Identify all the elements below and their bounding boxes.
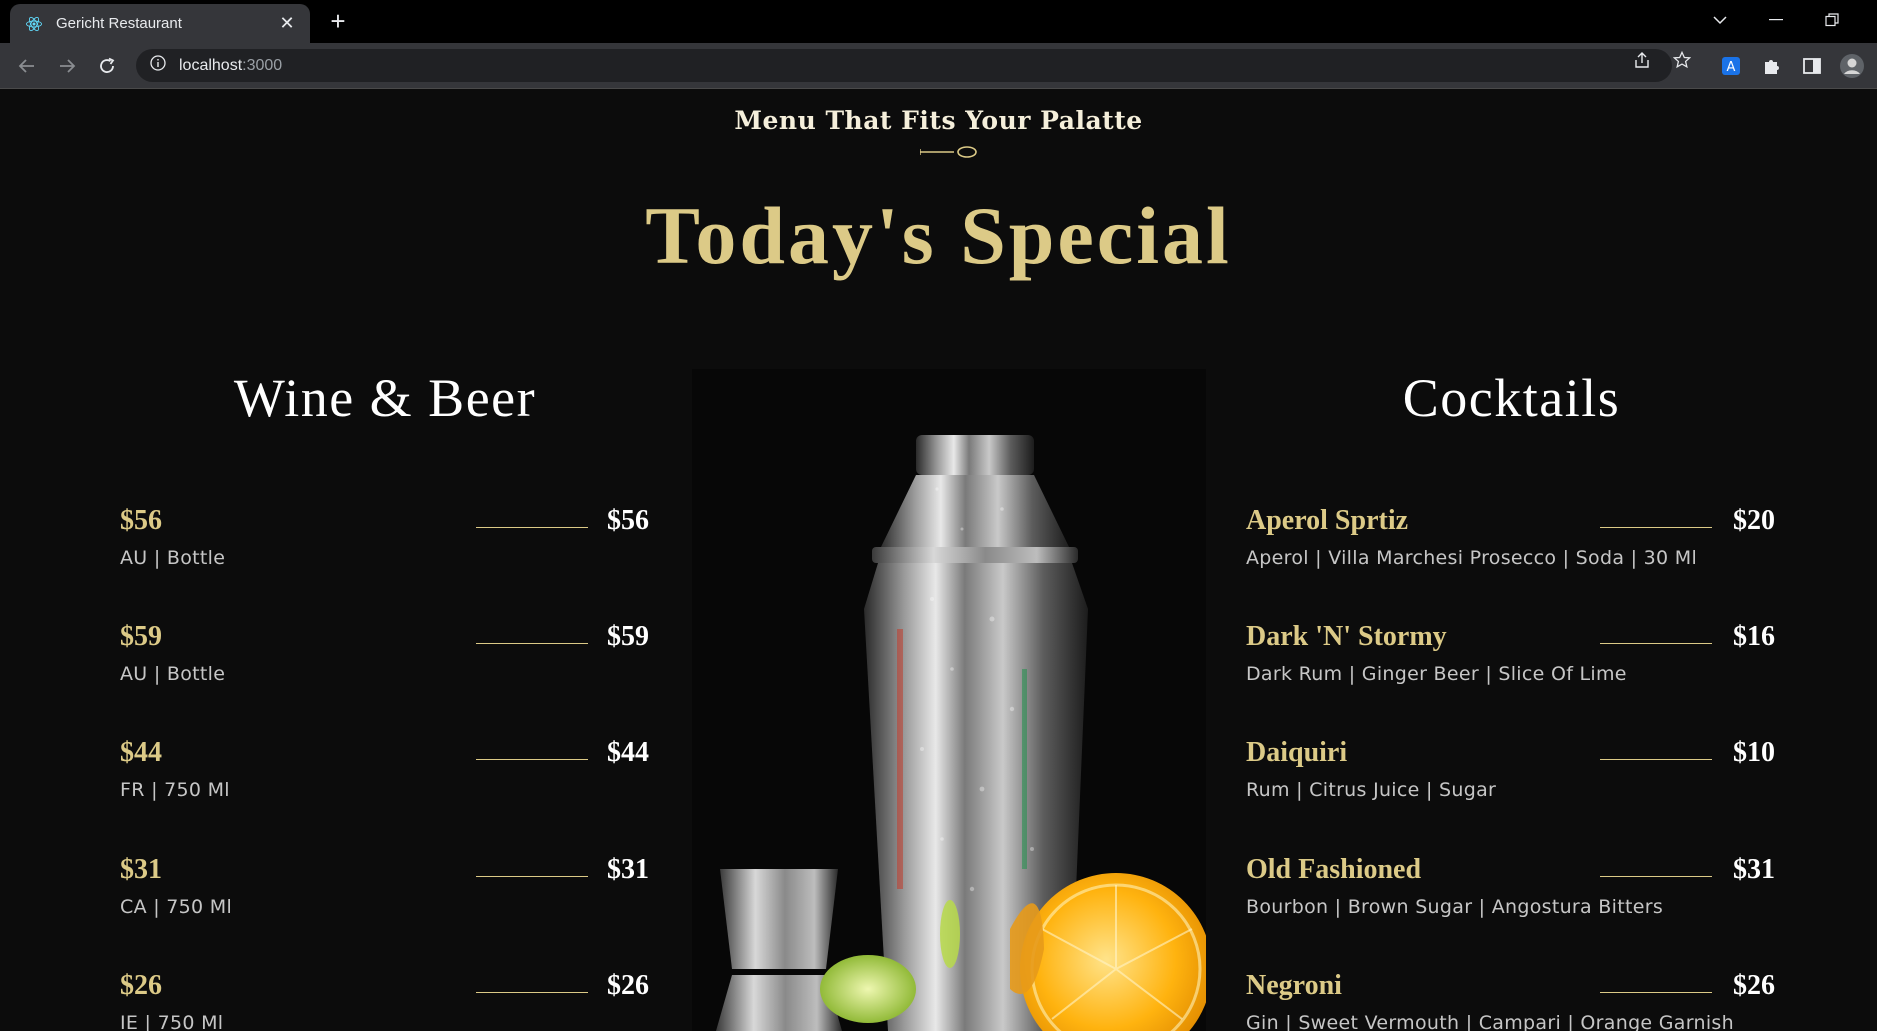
url-port: :3000 [242, 56, 283, 74]
tab-search-chevron-icon[interactable] [1692, 0, 1748, 40]
special-menu-section: Menu That Fits Your Palatte Today's Spec… [0, 89, 1877, 1031]
page-title: Today's Special [645, 190, 1232, 281]
cocktail-item-price: $26 [1733, 970, 1775, 1001]
wine-item-price: $26 [607, 970, 649, 1001]
wine-item-tags: CA | 750 Ml [120, 896, 233, 918]
wine-item-name: $56 [120, 505, 162, 536]
reload-icon[interactable] [90, 49, 124, 83]
browser-toolbar: localhost:3000 A [0, 43, 1877, 88]
cocktail-item-price: $16 [1733, 621, 1775, 652]
wine-item-name: $26 [120, 970, 162, 1001]
cocktail-item-price: $31 [1733, 854, 1775, 885]
wine-item-tags: AU | Bottle [120, 663, 226, 685]
minimize-icon[interactable] [1748, 0, 1804, 40]
cocktail-item-name: Negroni [1246, 970, 1342, 1001]
cocktail-item-tags: Rum | Citrus Juice | Sugar [1246, 779, 1497, 801]
price-divider-line [1600, 527, 1712, 528]
price-divider-line [476, 876, 588, 877]
wine-item-tags: FR | 750 Ml [120, 779, 230, 801]
wine-item-price: $59 [607, 621, 649, 652]
cocktail-item-tags: Dark Rum | Ginger Beer | Slice Of Lime [1246, 663, 1627, 685]
close-tab-icon[interactable]: ✕ [276, 13, 298, 34]
spoon-divider-icon [920, 146, 977, 158]
bookmark-star-icon[interactable] [1673, 51, 1691, 69]
price-divider-line [1600, 643, 1712, 644]
info-icon[interactable] [150, 55, 166, 76]
cocktail-item-price: $20 [1733, 505, 1775, 536]
wine-item: $26 $26 IE | 750 Ml [120, 970, 653, 1031]
restore-icon[interactable] [1804, 0, 1860, 40]
cocktail-item: Old Fashioned $31 Bourbon | Brown Sugar … [1246, 854, 1779, 934]
url-host: localhost [179, 56, 243, 74]
new-tab-button[interactable]: + [322, 6, 354, 38]
extensions-puzzle-icon[interactable] [1759, 53, 1785, 79]
extension-translate-icon[interactable]: A [1718, 53, 1744, 79]
wine-item-name: $31 [120, 854, 162, 885]
back-icon[interactable] [10, 49, 44, 83]
wine-item: $56 $56 AU | Bottle [120, 505, 653, 585]
wine-item-price: $31 [607, 854, 649, 885]
cocktail-item-name: Dark 'N' Stormy [1246, 621, 1447, 652]
cocktail-item: Negroni $26 Gin | Sweet Vermouth | Campa… [1246, 970, 1779, 1031]
wine-item: $59 $59 AU | Bottle [120, 621, 653, 701]
cocktail-item-name: Daiquiri [1246, 737, 1348, 768]
price-divider-line [476, 759, 588, 760]
cocktail-item-tags: Bourbon | Brown Sugar | Angostura Bitter… [1246, 896, 1664, 918]
url-text: localhost:3000 [179, 57, 282, 75]
section-subtitle: Menu That Fits Your Palatte [734, 106, 1143, 135]
cocktail-item-tags: Gin | Sweet Vermouth | Campari | Orange … [1246, 1012, 1734, 1031]
price-divider-line [1600, 759, 1712, 760]
wine-item-name: $59 [120, 621, 162, 652]
price-divider-line [476, 643, 588, 644]
address-bar[interactable]: localhost:3000 [136, 49, 1672, 82]
wine-item-price: $56 [607, 505, 649, 536]
price-divider-line [1600, 992, 1712, 993]
cocktail-item: Dark 'N' Stormy $16 Dark Rum | Ginger Be… [1246, 621, 1779, 701]
wine-item-tags: AU | Bottle [120, 547, 226, 569]
tab-title: Gericht Restaurant [56, 15, 182, 32]
browser-tab[interactable]: Gericht Restaurant ✕ [10, 4, 310, 43]
cocktail-item-name: Aperol Sprtiz [1246, 505, 1409, 536]
cocktail-shaker-image [692, 369, 1206, 1031]
wine-item-price: $44 [607, 737, 649, 768]
price-divider-line [1600, 876, 1712, 877]
cocktails-heading: Cocktails [1402, 368, 1621, 428]
profile-avatar-icon[interactable] [1839, 53, 1865, 79]
react-icon [24, 14, 44, 34]
wine-beer-heading: Wine & Beer [233, 368, 537, 428]
wine-item-name: $44 [120, 737, 162, 768]
cocktail-item-tags: Aperol | Villa Marchesi Prosecco | Soda … [1246, 547, 1698, 569]
wine-item: $31 $31 CA | 750 Ml [120, 854, 653, 934]
tab-strip: Gericht Restaurant ✕ + [0, 0, 1877, 43]
price-divider-line [476, 527, 588, 528]
cocktail-item: Aperol Sprtiz $20 Aperol | Villa Marches… [1246, 505, 1779, 585]
wine-item: $44 $44 FR | 750 Ml [120, 737, 653, 817]
wine-item-tags: IE | 750 Ml [120, 1012, 224, 1031]
svg-text:A: A [1727, 60, 1736, 75]
cocktail-item-name: Old Fashioned [1246, 854, 1422, 885]
side-panel-icon[interactable] [1799, 53, 1825, 79]
price-divider-line [476, 992, 588, 993]
cocktail-item-price: $10 [1733, 737, 1775, 768]
forward-icon[interactable] [50, 49, 84, 83]
share-icon[interactable] [1633, 51, 1651, 69]
cocktail-item: Daiquiri $10 Rum | Citrus Juice | Sugar [1246, 737, 1779, 817]
